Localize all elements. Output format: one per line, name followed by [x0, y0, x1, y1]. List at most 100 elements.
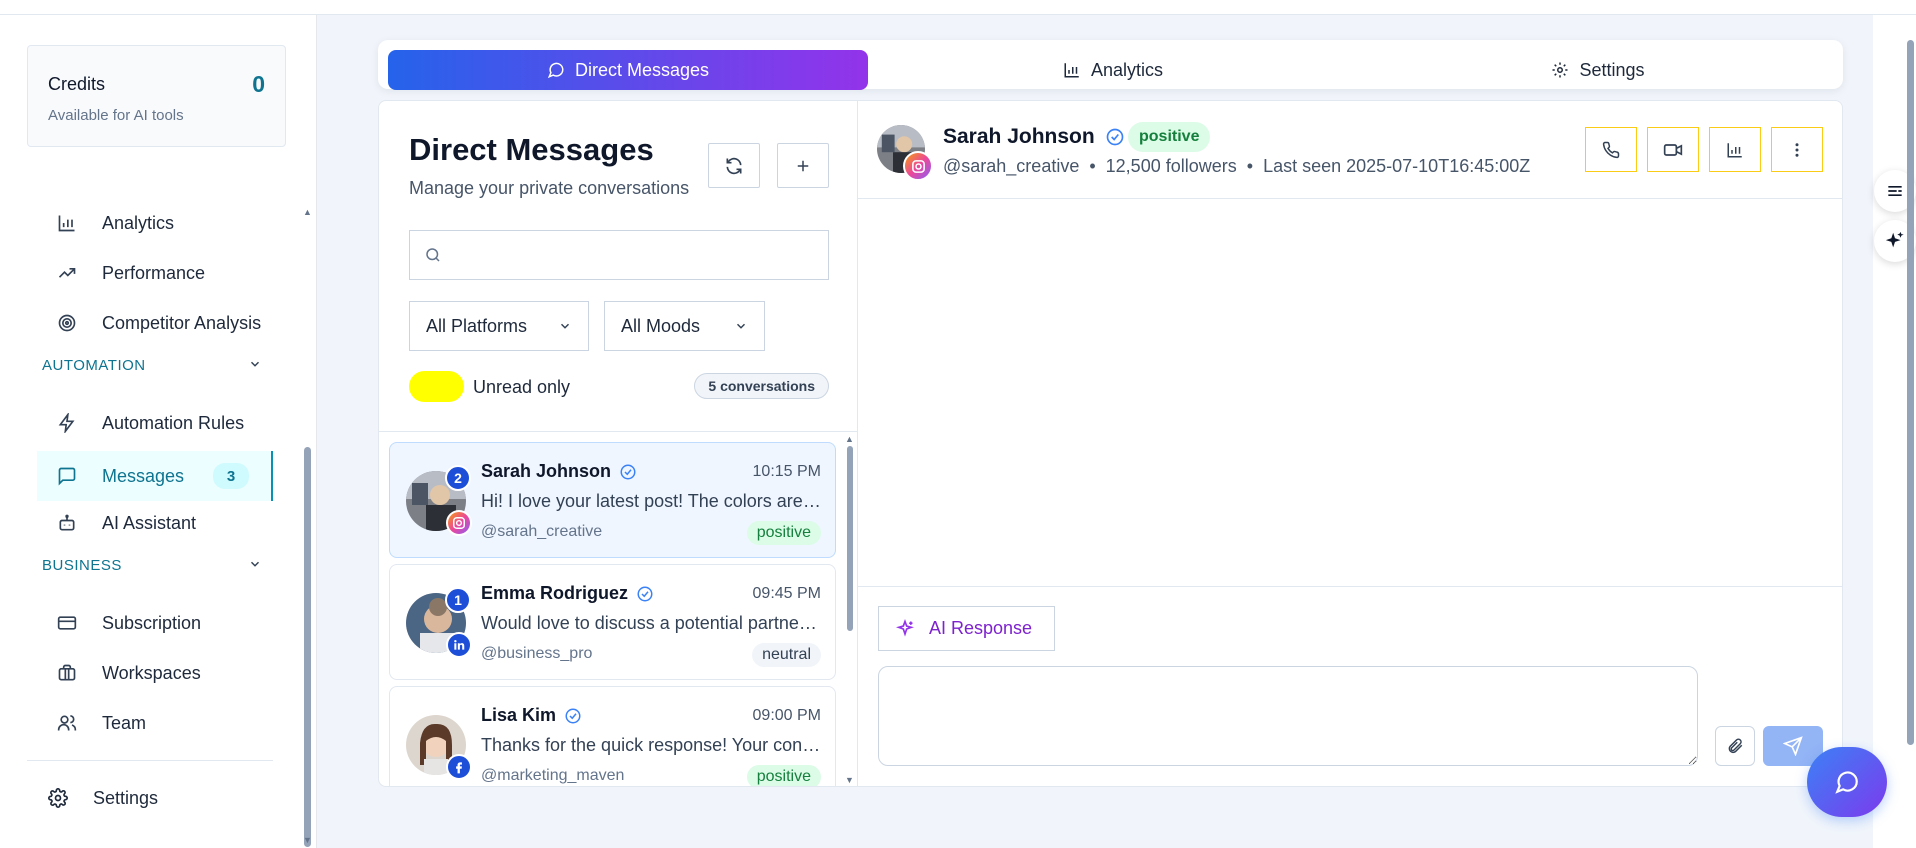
tab-direct-messages[interactable]: Direct Messages	[388, 50, 868, 90]
message-circle-icon	[547, 61, 565, 79]
call-button[interactable]	[1585, 127, 1637, 172]
sidebar-item-analytics[interactable]: Analytics	[37, 201, 273, 245]
list-divider	[379, 431, 857, 432]
gear-icon	[47, 787, 69, 809]
support-chat-button[interactable]	[1807, 747, 1887, 817]
conversation-count-badge: 5 conversations	[694, 373, 829, 399]
scroll-down-arrow[interactable]: ▼	[303, 835, 312, 845]
sidebar-item-competitor-analysis[interactable]: Competitor Analysis	[37, 301, 273, 345]
users-icon	[56, 712, 78, 734]
page-subtitle: Manage your private conversations	[409, 178, 690, 198]
search-box[interactable]	[409, 230, 829, 280]
section-business[interactable]: BUSINESS	[42, 557, 262, 574]
conversation-time: 09:45 PM	[752, 585, 821, 602]
sidebar-item-team[interactable]: Team	[37, 701, 273, 745]
sidebar-item-label: Workspaces	[102, 662, 201, 683]
list-scroll-up-arrow[interactable]: ▲	[845, 434, 854, 444]
mood-filter-select[interactable]: All Moods	[604, 301, 765, 351]
sidebar-item-label: Automation Rules	[102, 412, 245, 433]
platform-filter-value: All Platforms	[426, 315, 528, 336]
new-conversation-button[interactable]	[777, 143, 829, 188]
conversation-item[interactable]: 2 Sarah Johnson 10:15 PM Hi! I love your…	[389, 442, 836, 558]
platform-filter-select[interactable]: All Platforms	[409, 301, 589, 351]
sidebar-scrollbar[interactable]	[304, 447, 311, 847]
contact-followers: 12,500 followers	[1105, 156, 1237, 176]
paperclip-icon	[1726, 737, 1744, 755]
sidebar-item-settings[interactable]: Settings	[27, 787, 158, 809]
separator-dot: •	[1089, 156, 1096, 176]
send-icon	[1783, 736, 1803, 756]
bot-icon	[56, 512, 78, 534]
refresh-icon	[724, 156, 744, 176]
tab-label: Settings	[1579, 59, 1645, 80]
list-scroll-down-arrow[interactable]: ▼	[845, 775, 854, 785]
section-automation[interactable]: AUTOMATION	[42, 357, 262, 374]
facebook-icon	[446, 754, 472, 780]
sidebar-item-workspaces[interactable]: Workspaces	[37, 651, 273, 695]
message-circle-icon	[1834, 769, 1860, 795]
conversation-time: 09:00 PM	[752, 707, 821, 724]
conversation-name: Emma Rodriguez	[481, 583, 654, 604]
conversation-name: Lisa Kim	[481, 705, 582, 726]
sparkles-icon	[895, 618, 915, 639]
credits-subtitle: Available for AI tools	[48, 107, 184, 124]
contact-handle: @sarah_creative	[943, 156, 1080, 176]
chat-panel: Sarah Johnson positive @sarah_creative • 1…	[858, 100, 1843, 787]
mood-badge: neutral	[752, 643, 821, 667]
conversation-handle: @marketing_maven	[481, 767, 625, 784]
search-input[interactable]	[452, 246, 812, 264]
bar-chart-icon	[1726, 141, 1744, 159]
refresh-button[interactable]	[708, 143, 760, 188]
conversation-time: 10:15 PM	[752, 463, 821, 480]
conversation-item[interactable]: 1 Emma Rodriguez 09:45 PM Would love to …	[389, 564, 836, 680]
tab-settings[interactable]: Settings	[1358, 50, 1838, 90]
target-icon	[56, 312, 78, 334]
instagram-icon	[903, 151, 933, 181]
verified-icon	[564, 707, 582, 725]
scroll-up-arrow[interactable]: ▲	[303, 207, 312, 217]
conversation-name: Sarah Johnson	[481, 461, 637, 482]
section-label: AUTOMATION	[42, 357, 146, 374]
sidebar-settings-label: Settings	[93, 787, 159, 808]
mood-badge: positive	[746, 765, 821, 786]
credits-value: 0	[252, 71, 265, 97]
conversation-list-scrollbar[interactable]	[847, 446, 853, 631]
tab-analytics[interactable]: Analytics	[868, 50, 1358, 90]
contact-name: Sarah Johnson	[481, 461, 612, 481]
sidebar-item-automation-rules[interactable]: Automation Rules	[37, 401, 273, 445]
sidebar-item-ai-assistant[interactable]: AI Assistant	[37, 501, 273, 545]
ai-response-button[interactable]: AI Response	[878, 606, 1055, 651]
sidebar-item-messages[interactable]: Messages 3	[37, 451, 273, 501]
instagram-icon	[446, 510, 472, 536]
unread-count-badge: 2	[445, 465, 471, 491]
sidebar-divider	[27, 760, 273, 761]
message-input[interactable]	[878, 666, 1698, 766]
page-scrollbar[interactable]	[1907, 40, 1914, 745]
bar-chart-icon	[1063, 61, 1081, 79]
unread-only-label: Unread only	[473, 377, 571, 397]
section-label: BUSINESS	[42, 557, 122, 574]
more-options-button[interactable]	[1771, 127, 1823, 172]
bar-chart-icon	[56, 212, 78, 234]
sidebar-item-label: Competitor Analysis	[102, 312, 262, 333]
phone-icon	[1602, 141, 1620, 159]
credit-card-icon	[56, 612, 78, 634]
conversation-item[interactable]: Lisa Kim 09:00 PM Thanks for the quick r…	[389, 686, 836, 786]
conversation-preview: Would love to discuss a potential partne…	[481, 613, 821, 633]
search-icon	[424, 246, 442, 264]
tab-label: Direct Messages	[574, 59, 710, 80]
verified-icon	[619, 463, 637, 481]
attach-button[interactable]	[1715, 726, 1755, 766]
video-call-button[interactable]	[1647, 127, 1699, 172]
contact-analytics-button[interactable]	[1709, 127, 1761, 172]
unread-only-toggle[interactable]	[409, 371, 464, 402]
linkedin-icon	[446, 632, 472, 658]
mood-badge: positive	[1128, 122, 1211, 152]
conversation-list-panel: Direct Messages Manage your private conv…	[378, 100, 858, 787]
credits-card: Credits 0 Available for AI tools	[27, 45, 286, 147]
chevron-down-icon	[248, 557, 262, 574]
chevron-down-icon	[248, 357, 262, 374]
verified-icon	[1105, 127, 1125, 147]
sidebar-item-subscription[interactable]: Subscription	[37, 601, 273, 645]
sidebar-item-performance[interactable]: Performance	[37, 251, 273, 295]
